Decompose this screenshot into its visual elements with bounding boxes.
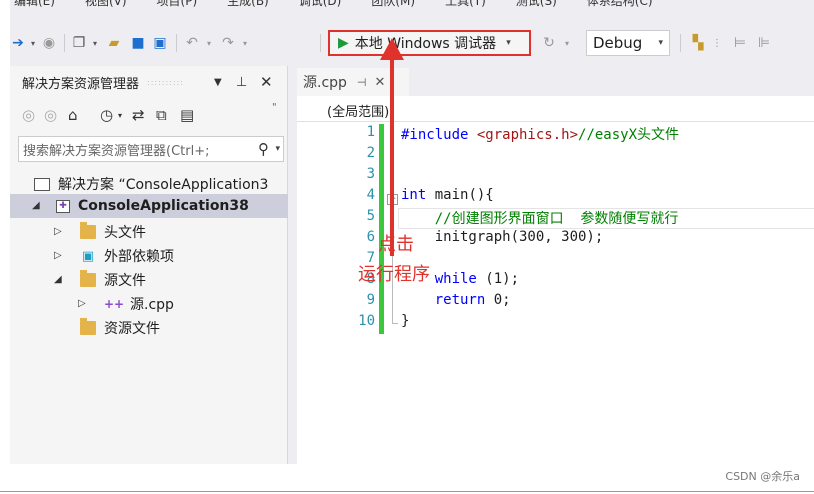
watermark: CSDN @余乐a (725, 470, 800, 483)
annotation-click-text: 点击 (378, 234, 414, 255)
divider (0, 491, 814, 492)
annotation-run-text: 运行程序 (358, 264, 430, 285)
